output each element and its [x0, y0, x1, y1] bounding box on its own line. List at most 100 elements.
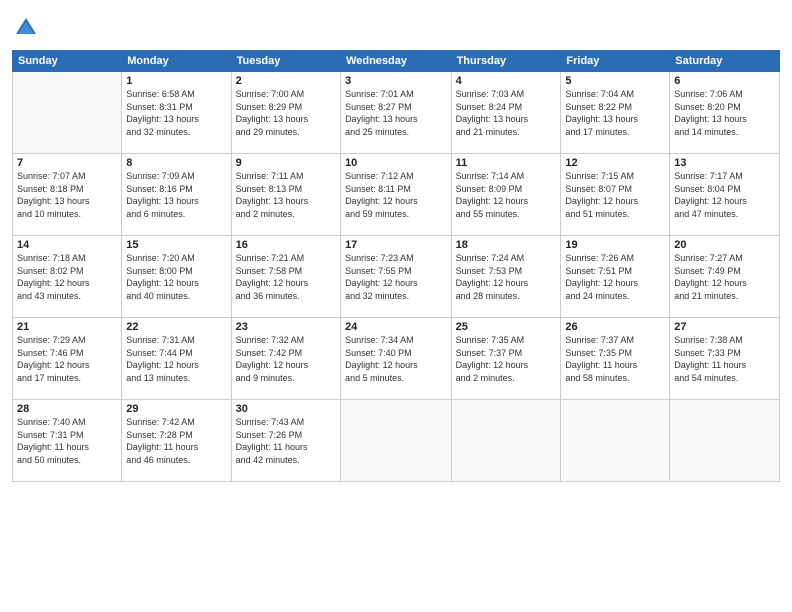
- day-number: 28: [17, 403, 117, 415]
- day-number: 12: [565, 157, 665, 169]
- day-number: 14: [17, 239, 117, 251]
- day-number: 27: [674, 321, 775, 333]
- day-number: 29: [126, 403, 226, 415]
- day-info: Sunrise: 7:35 AM Sunset: 7:37 PM Dayligh…: [456, 334, 557, 384]
- calendar-cell: 22Sunrise: 7:31 AM Sunset: 7:44 PM Dayli…: [122, 318, 231, 400]
- day-info: Sunrise: 7:03 AM Sunset: 8:24 PM Dayligh…: [456, 88, 557, 138]
- calendar-cell: 19Sunrise: 7:26 AM Sunset: 7:51 PM Dayli…: [561, 236, 670, 318]
- day-number: 15: [126, 239, 226, 251]
- day-number: 5: [565, 75, 665, 87]
- calendar-cell: 20Sunrise: 7:27 AM Sunset: 7:49 PM Dayli…: [670, 236, 780, 318]
- day-number: 19: [565, 239, 665, 251]
- day-number: 9: [236, 157, 336, 169]
- day-info: Sunrise: 7:20 AM Sunset: 8:00 PM Dayligh…: [126, 252, 226, 302]
- day-number: 4: [456, 75, 557, 87]
- day-info: Sunrise: 7:27 AM Sunset: 7:49 PM Dayligh…: [674, 252, 775, 302]
- day-info: Sunrise: 7:17 AM Sunset: 8:04 PM Dayligh…: [674, 170, 775, 220]
- calendar-cell: 1Sunrise: 6:58 AM Sunset: 8:31 PM Daylig…: [122, 72, 231, 154]
- calendar-cell: [561, 400, 670, 482]
- day-info: Sunrise: 7:15 AM Sunset: 8:07 PM Dayligh…: [565, 170, 665, 220]
- calendar-cell: 7Sunrise: 7:07 AM Sunset: 8:18 PM Daylig…: [13, 154, 122, 236]
- calendar-cell: 4Sunrise: 7:03 AM Sunset: 8:24 PM Daylig…: [451, 72, 561, 154]
- day-number: 6: [674, 75, 775, 87]
- calendar-cell: 25Sunrise: 7:35 AM Sunset: 7:37 PM Dayli…: [451, 318, 561, 400]
- week-row-2: 7Sunrise: 7:07 AM Sunset: 8:18 PM Daylig…: [13, 154, 780, 236]
- day-number: 2: [236, 75, 336, 87]
- calendar-cell: 27Sunrise: 7:38 AM Sunset: 7:33 PM Dayli…: [670, 318, 780, 400]
- weekday-header-thursday: Thursday: [451, 51, 561, 72]
- weekday-header-saturday: Saturday: [670, 51, 780, 72]
- day-info: Sunrise: 7:40 AM Sunset: 7:31 PM Dayligh…: [17, 416, 117, 466]
- day-info: Sunrise: 7:43 AM Sunset: 7:26 PM Dayligh…: [236, 416, 336, 466]
- day-number: 18: [456, 239, 557, 251]
- calendar-cell: 10Sunrise: 7:12 AM Sunset: 8:11 PM Dayli…: [341, 154, 452, 236]
- day-info: Sunrise: 7:06 AM Sunset: 8:20 PM Dayligh…: [674, 88, 775, 138]
- day-number: 1: [126, 75, 226, 87]
- calendar-cell: 16Sunrise: 7:21 AM Sunset: 7:58 PM Dayli…: [231, 236, 340, 318]
- calendar-table: SundayMondayTuesdayWednesdayThursdayFrid…: [12, 50, 780, 482]
- calendar-cell: 24Sunrise: 7:34 AM Sunset: 7:40 PM Dayli…: [341, 318, 452, 400]
- calendar-cell: 8Sunrise: 7:09 AM Sunset: 8:16 PM Daylig…: [122, 154, 231, 236]
- calendar-cell: 6Sunrise: 7:06 AM Sunset: 8:20 PM Daylig…: [670, 72, 780, 154]
- day-number: 23: [236, 321, 336, 333]
- weekday-header-row: SundayMondayTuesdayWednesdayThursdayFrid…: [13, 51, 780, 72]
- day-info: Sunrise: 7:04 AM Sunset: 8:22 PM Dayligh…: [565, 88, 665, 138]
- calendar-cell: 21Sunrise: 7:29 AM Sunset: 7:46 PM Dayli…: [13, 318, 122, 400]
- calendar-cell: 17Sunrise: 7:23 AM Sunset: 7:55 PM Dayli…: [341, 236, 452, 318]
- logo: [12, 14, 44, 42]
- day-number: 13: [674, 157, 775, 169]
- calendar-cell: 30Sunrise: 7:43 AM Sunset: 7:26 PM Dayli…: [231, 400, 340, 482]
- day-info: Sunrise: 7:01 AM Sunset: 8:27 PM Dayligh…: [345, 88, 447, 138]
- day-info: Sunrise: 7:38 AM Sunset: 7:33 PM Dayligh…: [674, 334, 775, 384]
- day-info: Sunrise: 6:58 AM Sunset: 8:31 PM Dayligh…: [126, 88, 226, 138]
- calendar-cell: 5Sunrise: 7:04 AM Sunset: 8:22 PM Daylig…: [561, 72, 670, 154]
- weekday-header-monday: Monday: [122, 51, 231, 72]
- day-info: Sunrise: 7:14 AM Sunset: 8:09 PM Dayligh…: [456, 170, 557, 220]
- day-info: Sunrise: 7:21 AM Sunset: 7:58 PM Dayligh…: [236, 252, 336, 302]
- calendar-cell: 11Sunrise: 7:14 AM Sunset: 8:09 PM Dayli…: [451, 154, 561, 236]
- day-number: 17: [345, 239, 447, 251]
- day-info: Sunrise: 7:23 AM Sunset: 7:55 PM Dayligh…: [345, 252, 447, 302]
- weekday-header-friday: Friday: [561, 51, 670, 72]
- day-info: Sunrise: 7:29 AM Sunset: 7:46 PM Dayligh…: [17, 334, 117, 384]
- day-number: 24: [345, 321, 447, 333]
- day-number: 26: [565, 321, 665, 333]
- calendar-cell: 12Sunrise: 7:15 AM Sunset: 8:07 PM Dayli…: [561, 154, 670, 236]
- week-row-5: 28Sunrise: 7:40 AM Sunset: 7:31 PM Dayli…: [13, 400, 780, 482]
- day-number: 30: [236, 403, 336, 415]
- calendar-cell: [13, 72, 122, 154]
- logo-icon: [12, 14, 40, 42]
- calendar-cell: 26Sunrise: 7:37 AM Sunset: 7:35 PM Dayli…: [561, 318, 670, 400]
- calendar-cell: 18Sunrise: 7:24 AM Sunset: 7:53 PM Dayli…: [451, 236, 561, 318]
- day-info: Sunrise: 7:24 AM Sunset: 7:53 PM Dayligh…: [456, 252, 557, 302]
- day-info: Sunrise: 7:42 AM Sunset: 7:28 PM Dayligh…: [126, 416, 226, 466]
- day-number: 21: [17, 321, 117, 333]
- day-number: 7: [17, 157, 117, 169]
- calendar-cell: 15Sunrise: 7:20 AM Sunset: 8:00 PM Dayli…: [122, 236, 231, 318]
- calendar-cell: [451, 400, 561, 482]
- day-info: Sunrise: 7:09 AM Sunset: 8:16 PM Dayligh…: [126, 170, 226, 220]
- day-number: 20: [674, 239, 775, 251]
- calendar-cell: 23Sunrise: 7:32 AM Sunset: 7:42 PM Dayli…: [231, 318, 340, 400]
- day-info: Sunrise: 7:37 AM Sunset: 7:35 PM Dayligh…: [565, 334, 665, 384]
- weekday-header-sunday: Sunday: [13, 51, 122, 72]
- calendar-cell: 14Sunrise: 7:18 AM Sunset: 8:02 PM Dayli…: [13, 236, 122, 318]
- day-info: Sunrise: 7:12 AM Sunset: 8:11 PM Dayligh…: [345, 170, 447, 220]
- day-number: 10: [345, 157, 447, 169]
- page-container: SundayMondayTuesdayWednesdayThursdayFrid…: [0, 0, 792, 492]
- day-number: 11: [456, 157, 557, 169]
- day-info: Sunrise: 7:26 AM Sunset: 7:51 PM Dayligh…: [565, 252, 665, 302]
- week-row-3: 14Sunrise: 7:18 AM Sunset: 8:02 PM Dayli…: [13, 236, 780, 318]
- week-row-4: 21Sunrise: 7:29 AM Sunset: 7:46 PM Dayli…: [13, 318, 780, 400]
- calendar-cell: 2Sunrise: 7:00 AM Sunset: 8:29 PM Daylig…: [231, 72, 340, 154]
- header: [12, 10, 780, 42]
- day-info: Sunrise: 7:11 AM Sunset: 8:13 PM Dayligh…: [236, 170, 336, 220]
- week-row-1: 1Sunrise: 6:58 AM Sunset: 8:31 PM Daylig…: [13, 72, 780, 154]
- day-info: Sunrise: 7:00 AM Sunset: 8:29 PM Dayligh…: [236, 88, 336, 138]
- calendar-cell: 29Sunrise: 7:42 AM Sunset: 7:28 PM Dayli…: [122, 400, 231, 482]
- day-number: 25: [456, 321, 557, 333]
- calendar-cell: 9Sunrise: 7:11 AM Sunset: 8:13 PM Daylig…: [231, 154, 340, 236]
- weekday-header-wednesday: Wednesday: [341, 51, 452, 72]
- weekday-header-tuesday: Tuesday: [231, 51, 340, 72]
- day-info: Sunrise: 7:18 AM Sunset: 8:02 PM Dayligh…: [17, 252, 117, 302]
